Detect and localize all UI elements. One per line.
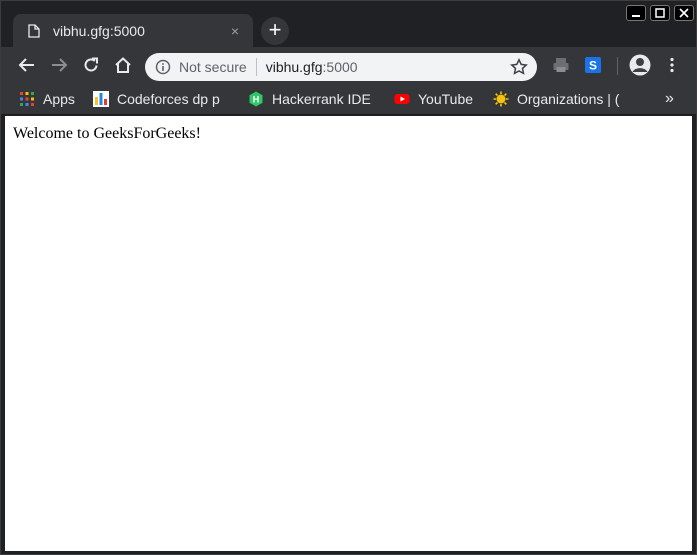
bookmark-apps[interactable]: Apps bbox=[19, 89, 75, 109]
bookmark-label: YouTube bbox=[418, 91, 474, 107]
bookmark-label: Apps bbox=[43, 91, 75, 107]
bookmark-organizations[interactable]: Organizations | ( bbox=[493, 89, 633, 109]
profile-avatar-icon[interactable] bbox=[629, 54, 651, 76]
bookmark-label: Organizations | ( bbox=[517, 91, 620, 107]
s-extension-icon[interactable]: S bbox=[584, 56, 602, 74]
codeforces-icon bbox=[93, 91, 109, 107]
page-icon bbox=[27, 23, 41, 38]
bookmark-hackerrank[interactable]: H Hackerrank IDE bbox=[248, 89, 371, 109]
omnibox-divider bbox=[255, 58, 257, 76]
bookmark-youtube[interactable]: YouTube bbox=[394, 89, 473, 109]
tab-strip: vibhu.gfg:5000 × + bbox=[1, 1, 696, 47]
menu-kebab-icon[interactable] bbox=[663, 56, 681, 74]
bookmarks-overflow-button[interactable]: » bbox=[665, 89, 674, 109]
security-label[interactable]: Not secure bbox=[179, 59, 247, 75]
bookmark-label: Codeforces dp p bbox=[117, 91, 220, 107]
toolbar: Not secure vibhu.gfg:5000 S bbox=[1, 47, 696, 83]
address-bar[interactable]: Not secure vibhu.gfg:5000 bbox=[145, 53, 537, 81]
svg-text:H: H bbox=[253, 95, 260, 105]
minimize-icon[interactable] bbox=[626, 5, 646, 21]
bookmark-codeforces[interactable]: Codeforces dp p bbox=[93, 89, 233, 109]
bookmark-label: Hackerrank IDE bbox=[272, 91, 371, 107]
tab-active[interactable]: vibhu.gfg:5000 × bbox=[13, 14, 253, 47]
svg-text:S: S bbox=[589, 59, 597, 73]
toolbar-divider bbox=[617, 57, 618, 75]
hackerrank-icon: H bbox=[249, 91, 263, 107]
maximize-icon[interactable] bbox=[650, 5, 670, 21]
url-host: vibhu.gfg bbox=[265, 59, 323, 75]
home-icon[interactable] bbox=[111, 53, 135, 77]
organizations-icon bbox=[493, 91, 509, 107]
bookmark-star-icon[interactable] bbox=[510, 58, 528, 76]
youtube-icon bbox=[394, 94, 410, 104]
url-port: :5000 bbox=[322, 59, 358, 75]
page-content: Welcome to GeeksForGeeks! bbox=[5, 116, 692, 551]
apps-grid-icon bbox=[20, 92, 34, 106]
printer-extension-icon[interactable] bbox=[552, 56, 570, 74]
new-tab-button[interactable]: + bbox=[261, 17, 289, 45]
close-window-icon[interactable] bbox=[674, 5, 694, 21]
tab-close-icon[interactable]: × bbox=[227, 23, 243, 39]
welcome-text: Welcome to GeeksForGeeks! bbox=[13, 125, 201, 142]
tab-title: vibhu.gfg:5000 bbox=[53, 22, 145, 39]
bookmarks-bar: Apps Codeforces dp p H Hackerrank IDE Yo… bbox=[1, 83, 696, 115]
forward-icon[interactable] bbox=[47, 53, 71, 77]
back-icon[interactable] bbox=[15, 53, 39, 77]
reload-icon[interactable] bbox=[79, 53, 103, 77]
browser-window: vibhu.gfg:5000 × + Not secure vibhu.gfg … bbox=[0, 0, 697, 555]
info-icon[interactable] bbox=[155, 59, 171, 75]
window-controls bbox=[626, 5, 694, 21]
